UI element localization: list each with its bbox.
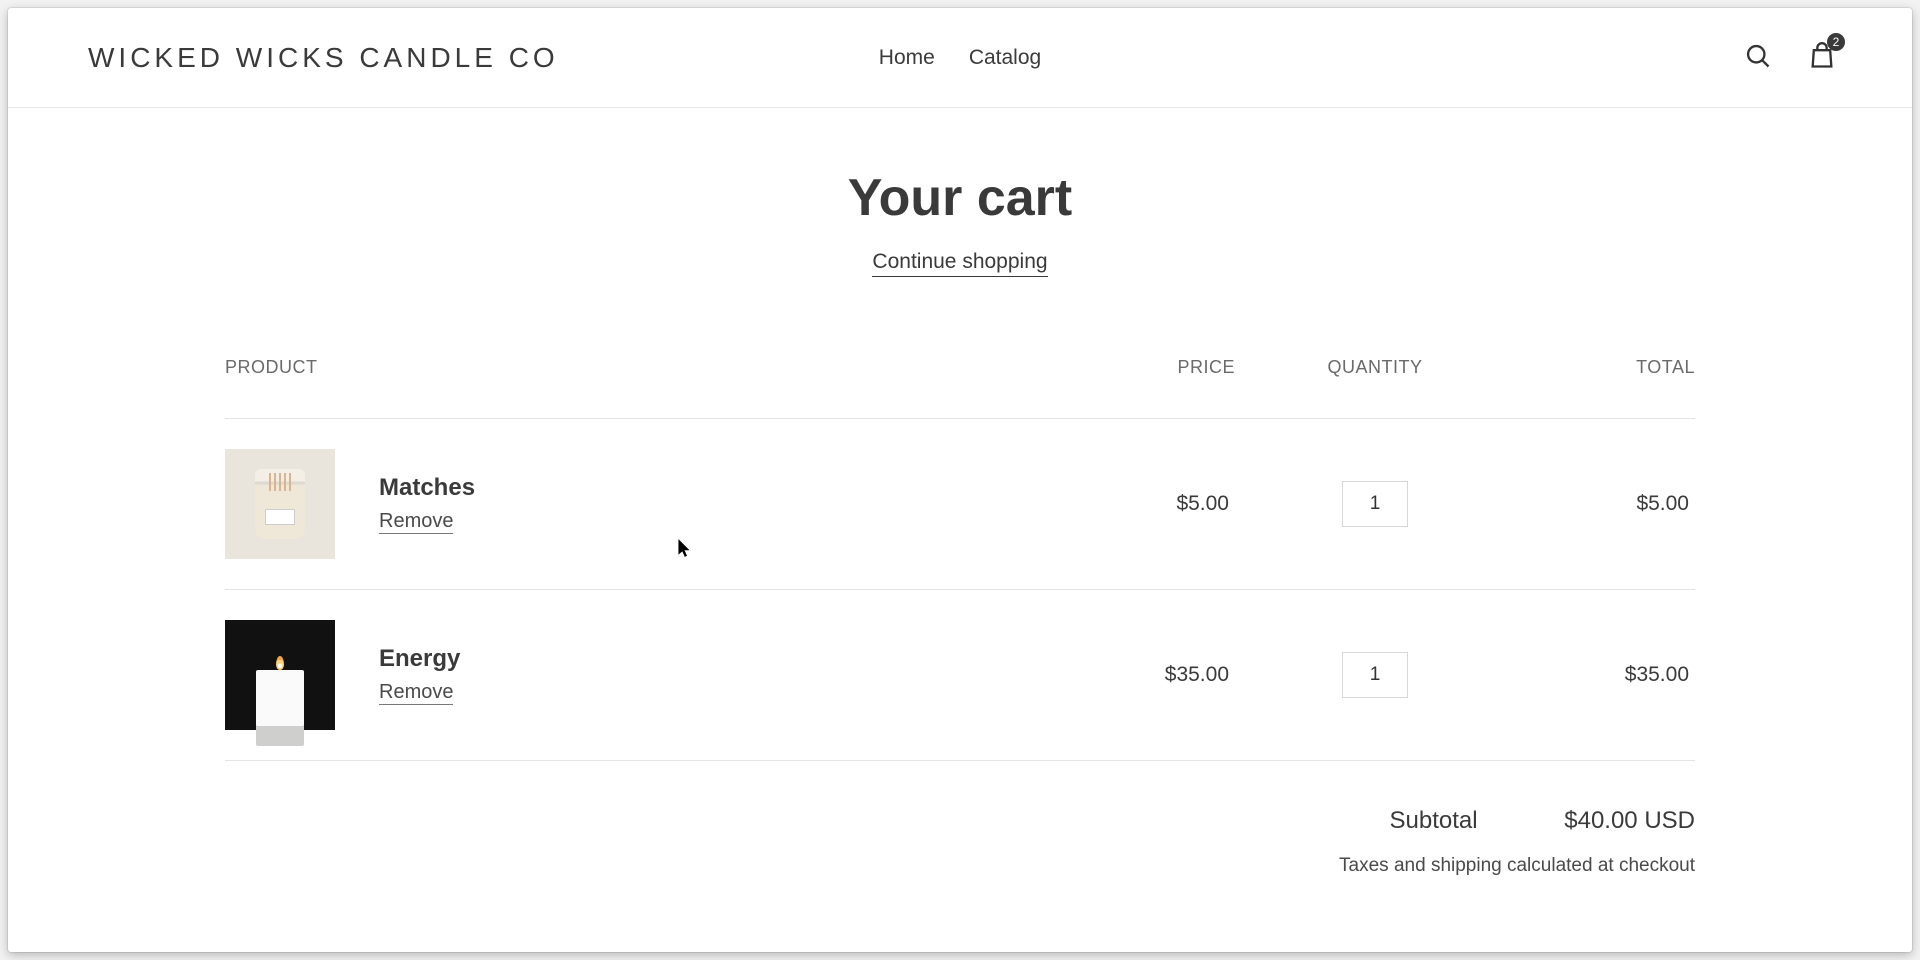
item-price: $5.00 bbox=[995, 492, 1235, 516]
cart-item: Energy Remove $35.00 $35.00 bbox=[225, 590, 1695, 761]
remove-link[interactable]: Remove bbox=[379, 681, 453, 705]
page-title: Your cart bbox=[8, 168, 1912, 228]
product-name[interactable]: Matches bbox=[379, 474, 995, 502]
tax-note: Taxes and shipping calculated at checkou… bbox=[225, 855, 1695, 877]
product-image[interactable] bbox=[225, 449, 335, 559]
col-price: PRICE bbox=[995, 357, 1235, 378]
cart-table: PRODUCT PRICE QUANTITY TOTAL Matches Rem… bbox=[225, 357, 1695, 877]
site-header: WICKED WICKS CANDLE CO Home Catalog 2 bbox=[8, 8, 1912, 108]
bag-icon bbox=[1808, 58, 1836, 73]
search-button[interactable] bbox=[1738, 36, 1778, 79]
item-total: $5.00 bbox=[1515, 492, 1695, 516]
quantity-input[interactable] bbox=[1342, 481, 1408, 527]
col-product: PRODUCT bbox=[225, 357, 995, 378]
cart-button[interactable]: 2 bbox=[1802, 36, 1842, 79]
item-total: $35.00 bbox=[1515, 663, 1695, 687]
subtotal-value: $40.00 USD bbox=[1564, 807, 1695, 834]
cart-item: Matches Remove $5.00 $5.00 bbox=[225, 419, 1695, 590]
subtotal-label: Subtotal bbox=[1390, 807, 1478, 834]
col-total: TOTAL bbox=[1515, 357, 1695, 378]
nav-catalog[interactable]: Catalog bbox=[969, 46, 1041, 70]
app-window: WICKED WICKS CANDLE CO Home Catalog 2 Yo… bbox=[8, 8, 1912, 952]
item-price: $35.00 bbox=[995, 663, 1235, 687]
continue-shopping-link[interactable]: Continue shopping bbox=[872, 250, 1047, 277]
cart-page: Your cart Continue shopping PRODUCT PRIC… bbox=[8, 108, 1912, 877]
remove-link[interactable]: Remove bbox=[379, 510, 453, 534]
main-nav: Home Catalog bbox=[879, 46, 1041, 70]
cart-count-badge: 2 bbox=[1827, 33, 1845, 51]
col-quantity: QUANTITY bbox=[1235, 357, 1515, 378]
site-logo[interactable]: WICKED WICKS CANDLE CO bbox=[88, 42, 559, 74]
product-name[interactable]: Energy bbox=[379, 645, 995, 673]
nav-home[interactable]: Home bbox=[879, 46, 935, 70]
product-image[interactable] bbox=[225, 620, 335, 730]
search-icon bbox=[1744, 58, 1772, 73]
quantity-input[interactable] bbox=[1342, 652, 1408, 698]
cart-summary: Subtotal $40.00 USD Taxes and shipping c… bbox=[225, 807, 1695, 877]
cart-header-row: PRODUCT PRICE QUANTITY TOTAL bbox=[225, 357, 1695, 419]
